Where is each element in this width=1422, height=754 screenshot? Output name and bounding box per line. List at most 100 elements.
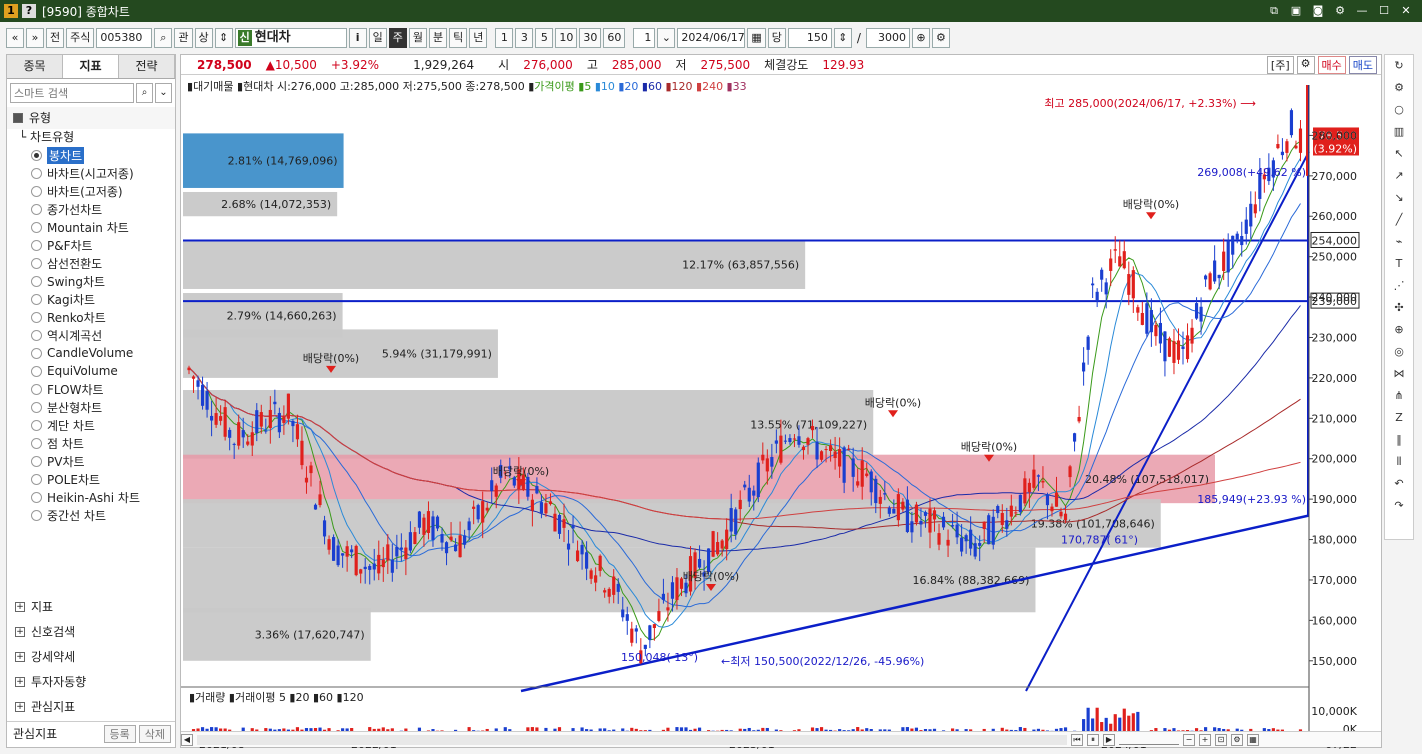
zoom-icon[interactable]: ⊕ <box>1394 319 1403 341</box>
pitch-icon[interactable]: ⋔ <box>1394 385 1403 407</box>
radio-icon[interactable] <box>31 437 42 449</box>
zigzag-icon[interactable]: Z <box>1395 407 1403 429</box>
fib-icon[interactable]: ⋈ <box>1394 363 1405 385</box>
radio-icon[interactable] <box>31 509 42 521</box>
spinner-icon[interactable]: ⇕ <box>833 28 852 48</box>
magnet-icon[interactable]: ◎ <box>1394 341 1404 363</box>
chart-type-item[interactable]: 종가선차트 <box>7 200 175 218</box>
chart-type-item[interactable]: 바차트(시고저종) <box>7 164 175 182</box>
chart-type-item[interactable]: POLE차트 <box>7 470 175 488</box>
fit-icon[interactable]: ⊡ <box>1215 733 1227 746</box>
circle-icon[interactable]: ○ <box>1394 99 1404 121</box>
chart-type-item[interactable]: P&F차트 <box>7 236 175 254</box>
gear-icon[interactable]: ⚙ <box>931 28 950 48</box>
chart-area[interactable]: 278,500 ▲10,500 +3.92% 1,929,264 시 276,0… <box>180 54 1382 749</box>
info-button[interactable]: i <box>348 28 367 48</box>
period-minute[interactable]: 분 <box>429 28 448 48</box>
chart-type-item[interactable]: 삼선전환도 <box>7 254 175 272</box>
bottom-scroll-bar[interactable]: ◀ ⏮ ⏸ ▶ − + ⊡ ⚙ ▦ <box>181 731 1381 747</box>
jeon-button[interactable]: 전 <box>46 28 65 48</box>
gear-icon[interactable]: ⚙ <box>1296 55 1315 74</box>
chart-type-item[interactable]: 중간선 차트 <box>7 506 175 524</box>
section-favorite[interactable]: + 관심지표 <box>7 694 175 719</box>
updown-icon[interactable]: ⇕ <box>214 28 233 48</box>
channel-icon[interactable]: ⋰ <box>1394 275 1405 297</box>
radio-icon[interactable] <box>31 239 42 251</box>
chevron-down-icon[interactable]: ⌄ <box>155 83 172 103</box>
auto-icon[interactable]: ⌁ <box>1396 231 1403 253</box>
refresh-icon[interactable]: ↻ <box>1394 55 1403 77</box>
gwan-button[interactable]: 관 <box>174 28 193 48</box>
radio-icon[interactable] <box>31 221 42 233</box>
arrow-icon[interactable]: ↗ <box>1394 165 1403 187</box>
camera-icon[interactable]: ◙ <box>1310 3 1326 19</box>
chart-type-item[interactable]: 바차트(고저종) <box>7 182 175 200</box>
bar-icon[interactable]: ▥ <box>1394 121 1404 143</box>
chart-type-item[interactable]: FLOW차트 <box>7 380 175 398</box>
zoom-in-icon[interactable]: + <box>1199 733 1211 746</box>
period-tick[interactable]: 틱 <box>449 28 468 48</box>
radio-icon[interactable] <box>31 347 42 359</box>
radio-icon[interactable] <box>31 401 42 413</box>
prev-icon[interactable]: « <box>6 28 24 48</box>
total-input[interactable]: 3000 <box>865 28 910 48</box>
search-icon[interactable]: ⌕ <box>154 28 173 48</box>
zoom-slider[interactable] <box>1119 735 1179 745</box>
radio-icon[interactable] <box>31 149 42 161</box>
chart-type-item[interactable]: 점 차트 <box>7 434 175 452</box>
redo-icon[interactable]: ↷ <box>1394 495 1403 517</box>
bars-icon[interactable]: ⦀ <box>1397 451 1402 473</box>
settings-icon[interactable]: ⚙ <box>1332 3 1348 19</box>
gear-icon[interactable]: ⚙ <box>1231 733 1243 746</box>
code-input[interactable]: 005380 <box>96 28 153 48</box>
period-year[interactable]: 년 <box>469 28 488 48</box>
radio-icon[interactable] <box>31 473 42 485</box>
stock-name[interactable]: 신 현대차 <box>234 28 347 48</box>
count-input[interactable]: 150 <box>787 28 832 48</box>
num-10[interactable]: 10 <box>555 28 578 48</box>
radio-icon[interactable] <box>31 491 42 503</box>
period-day[interactable]: 일 <box>368 28 387 48</box>
undo-icon[interactable]: ↶ <box>1394 473 1403 495</box>
num-3[interactable]: 3 <box>515 28 534 48</box>
scroll-track[interactable] <box>197 734 1067 745</box>
maximize-icon[interactable]: ☐ <box>1376 3 1392 19</box>
scroll-left-icon[interactable]: ◀ <box>181 733 193 746</box>
gear-icon[interactable]: ⚙ <box>1394 77 1404 99</box>
price-chart[interactable]: 2.81% (14,769,096) 2.68% (14,072,353) 12.1… <box>181 75 1381 749</box>
link-icon[interactable]: ⧉ <box>1266 3 1282 19</box>
minimize-icon[interactable]: — <box>1354 3 1370 19</box>
chart-type-item[interactable]: 분산형차트 <box>7 398 175 416</box>
chart-type-item[interactable]: Heikin-Ashi 차트 <box>7 488 175 506</box>
section-investor[interactable]: + 투자자동향 <box>7 669 175 694</box>
close-icon[interactable]: ✕ <box>1398 3 1414 19</box>
chart-type-item[interactable]: 역시계곡선 <box>7 326 175 344</box>
chart-type-item[interactable]: Mountain 차트 <box>7 218 175 236</box>
radio-icon[interactable] <box>31 419 42 431</box>
help-icon[interactable]: ? <box>22 4 36 18</box>
zoom-icon[interactable]: ⊕ <box>911 28 930 48</box>
section-strength[interactable]: + 강세약세 <box>7 644 175 669</box>
radio-icon[interactable] <box>31 365 42 377</box>
tab-strategy[interactable]: 전략 <box>119 55 175 78</box>
chart-type-item[interactable]: Swing차트 <box>7 272 175 290</box>
save-icon[interactable]: ▣ <box>1288 3 1304 19</box>
radio-icon[interactable] <box>31 275 42 287</box>
chart-type-item[interactable]: Kagi차트 <box>7 290 175 308</box>
pause-icon[interactable]: ⏸ <box>1087 733 1099 746</box>
chevron-down-icon[interactable]: » <box>26 28 44 48</box>
play-icon[interactable]: ▶ <box>1103 733 1115 746</box>
tab-stock[interactable]: 종목 <box>7 55 63 78</box>
chart-type-item[interactable]: 봉차트 <box>7 146 175 164</box>
cross-icon[interactable]: ✣ <box>1394 297 1403 319</box>
vlines-icon[interactable]: ‖ <box>1396 429 1402 451</box>
zoom-out-icon[interactable]: − <box>1183 733 1195 746</box>
sell-button[interactable]: 매도 <box>1348 55 1377 74</box>
period-week[interactable]: 주 <box>388 28 407 48</box>
chart-type-item[interactable]: EquiVolume <box>7 362 175 380</box>
tab-indicator[interactable]: 지표 <box>63 55 119 78</box>
radio-icon[interactable] <box>31 455 42 467</box>
chart-type-item[interactable]: PV차트 <box>7 452 175 470</box>
chevron-down-icon[interactable]: ⌄ <box>657 28 676 48</box>
calendar-icon[interactable]: ▦ <box>747 28 766 48</box>
